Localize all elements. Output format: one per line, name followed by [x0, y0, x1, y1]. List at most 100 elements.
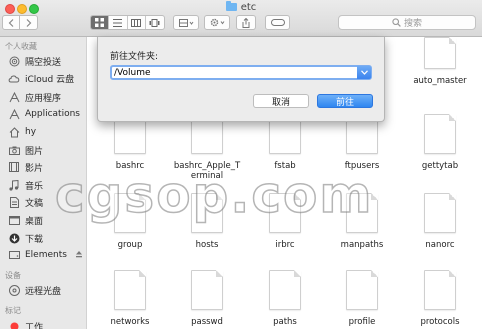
file-name: passwd [191, 317, 223, 327]
sidebar-item-label: 工作 [25, 322, 44, 329]
file-item[interactable]: passwd [169, 270, 245, 327]
file-name: auto_master [413, 76, 467, 86]
document-icon [424, 114, 456, 154]
back-button[interactable] [2, 15, 20, 30]
file-name: gettytab [421, 161, 459, 171]
eject-icon[interactable] [75, 250, 83, 261]
chevron-down-icon [360, 70, 368, 75]
sidebar-item-applications[interactable]: Applications [8, 107, 80, 121]
file-item[interactable]: networks [92, 270, 168, 327]
sidebar-item-remote-disc[interactable]: 远程光盘 [8, 283, 61, 297]
sidebar-header-tags: 标记 [5, 306, 21, 315]
path-input[interactable] [112, 67, 356, 78]
camera-icon [8, 144, 20, 156]
share-button[interactable] [236, 15, 256, 30]
file-name: manpaths [340, 240, 384, 250]
cloud-icon [8, 72, 20, 84]
search-placeholder: 搜索 [403, 19, 422, 29]
file-name: bashrc [115, 161, 145, 171]
music-icon [8, 179, 20, 191]
sidebar-item-movies[interactable]: 影片 [8, 160, 43, 174]
file-item[interactable]: manpaths [324, 193, 400, 250]
file-item[interactable]: auto_master [402, 37, 478, 86]
document-icon [346, 270, 378, 310]
sidebar-item-tag-work[interactable]: 工作 [8, 319, 43, 329]
file-item[interactable]: protocols [402, 270, 478, 327]
path-field[interactable] [110, 65, 372, 80]
sidebar-item-label: 应用程序 [25, 93, 62, 104]
sidebar-item-icloud[interactable]: iCloud 云盘 [8, 71, 74, 85]
file-name: hosts [195, 240, 219, 250]
sidebar-item-music[interactable]: 音乐 [8, 178, 43, 192]
sidebar-item-pictures[interactable]: 图片 [8, 143, 43, 157]
document-icon [191, 270, 223, 310]
sidebar-item-documents[interactable]: 文稿 [8, 195, 43, 209]
file-item[interactable]: gettytab [402, 114, 478, 171]
home-icon [8, 126, 20, 138]
icon-view-button[interactable] [91, 16, 110, 29]
forward-button[interactable] [20, 15, 38, 30]
sidebar-item-applications-cn[interactable]: 应用程序 [8, 90, 61, 104]
column-view-button[interactable] [128, 16, 146, 29]
tag-icon [270, 19, 285, 26]
go-button[interactable]: 前往 [317, 94, 373, 108]
search-field[interactable]: 搜索 [338, 15, 476, 30]
sidebar-item-desktop[interactable]: 桌面 [8, 213, 43, 227]
sidebar: 个人收藏 隔空投送 iCloud 云盘 应用程序 Applications hy [0, 37, 87, 329]
cover-flow-icon [149, 18, 160, 27]
applications-icon [8, 91, 20, 103]
file-item[interactable]: nanorc [402, 193, 478, 250]
columns-icon [131, 18, 142, 27]
sidebar-item-downloads[interactable]: 下载 [8, 231, 43, 245]
applications-icon [8, 108, 20, 120]
document-icon [424, 37, 456, 69]
file-item[interactable]: bashrc_Apple_Terminal [169, 114, 245, 181]
file-name: ftpusers [344, 161, 380, 171]
arrange-grid-icon [178, 18, 193, 27]
gallery-view-button[interactable] [146, 16, 164, 29]
sidebar-item-label: 影片 [25, 163, 44, 174]
document-icon [424, 193, 456, 233]
sidebar-item-label: 文稿 [25, 198, 44, 209]
file-item[interactable]: bashrc [92, 114, 168, 171]
sidebar-item-label: 远程光盘 [25, 286, 62, 297]
film-icon [8, 161, 20, 173]
chevron-left-icon [8, 18, 14, 27]
sidebar-item-home[interactable]: hy [8, 125, 36, 139]
document-icon [269, 193, 301, 233]
arrange-button[interactable] [173, 15, 199, 30]
desktop-icon [8, 214, 20, 226]
sidebar-item-label: hy [25, 127, 37, 137]
file-item[interactable]: hosts [169, 193, 245, 250]
file-item[interactable]: group [92, 193, 168, 250]
document-icon [114, 193, 146, 233]
sidebar-item-label: iCloud 云盘 [25, 74, 75, 85]
tag-button[interactable] [265, 15, 290, 30]
tag-red-icon [8, 320, 20, 329]
file-item[interactable]: paths [247, 270, 323, 327]
file-item[interactable]: fstab [247, 114, 323, 171]
file-name: bashrc_Apple_Terminal [173, 161, 241, 181]
sidebar-item-label: 隔空投送 [25, 57, 62, 68]
sidebar-item-label: 桌面 [25, 216, 44, 227]
action-button[interactable] [204, 15, 230, 30]
file-item[interactable]: ftpusers [324, 114, 400, 171]
file-name: profile [348, 317, 376, 327]
view-mode-control [90, 15, 165, 30]
path-history-dropdown[interactable] [357, 66, 371, 79]
list-view-button[interactable] [109, 16, 128, 29]
file-item[interactable]: profile [324, 270, 400, 327]
sidebar-item-label: 下载 [25, 234, 44, 245]
document-icon [114, 270, 146, 310]
sidebar-item-airdrop[interactable]: 隔空投送 [8, 54, 61, 68]
sidebar-item-label: Elements [25, 250, 67, 260]
toolbar: etc 搜索 [0, 0, 482, 37]
file-name: networks [110, 317, 150, 327]
cancel-button[interactable]: 取消 [253, 94, 309, 108]
file-name: paths [273, 317, 297, 327]
file-name: irbrc [275, 240, 295, 250]
finder-window: etc 搜索 个人收藏 隔空投送 iCloud 云盘 应用程序 Applicat… [0, 0, 482, 329]
sidebar-item-elements[interactable]: Elements [8, 248, 83, 262]
sidebar-item-label: 音乐 [25, 181, 44, 192]
file-item[interactable]: irbrc [247, 193, 323, 250]
